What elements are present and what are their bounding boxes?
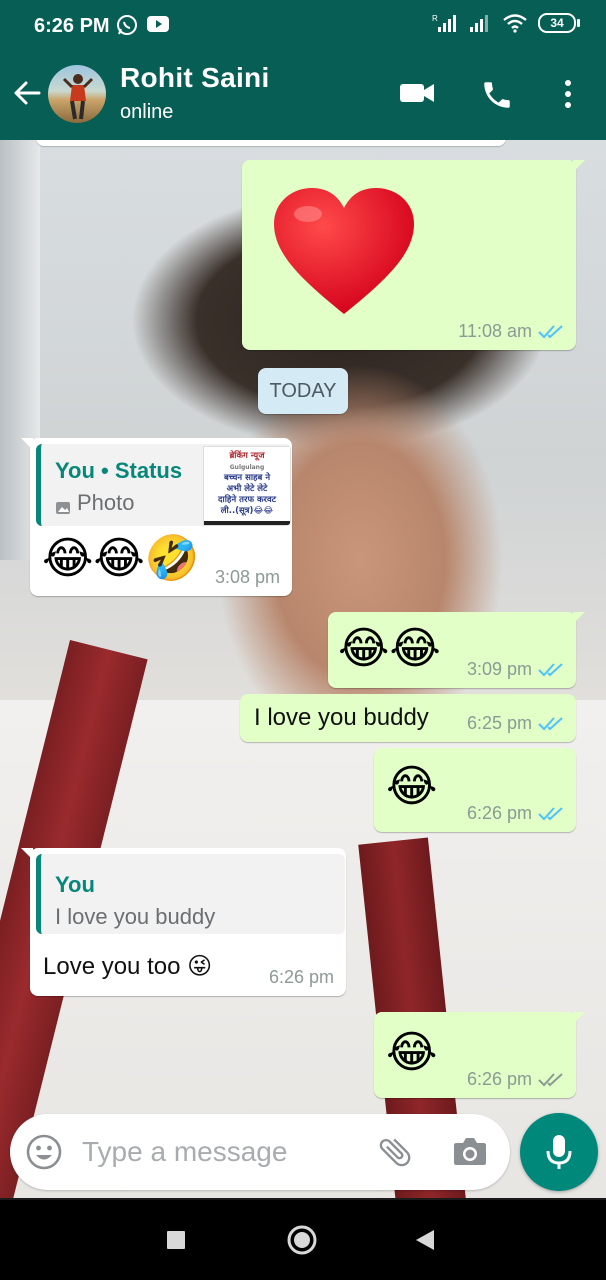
thumbnail-text: ब्रेकिंग न्यूज Gulgulang बच्चन साहब ने अ… (204, 451, 290, 517)
quote-preview: Photo (77, 490, 135, 515)
message-time: 6:26 pm (466, 803, 532, 823)
message-bubble-outgoing[interactable]: I love you buddy 6:25 pm (240, 694, 576, 742)
contact-avatar[interactable] (48, 65, 106, 123)
voice-call-icon[interactable] (480, 78, 514, 112)
read-double-tick-icon (538, 716, 563, 730)
back-arrow-icon[interactable] (12, 78, 42, 108)
battery-indicator: 34 (538, 13, 580, 33)
message-bubble-incoming[interactable]: You I love you buddy Love you too 😜 6:26… (21, 848, 346, 996)
chat-header: Rohit Saini online (0, 48, 606, 140)
message-bubble-outgoing[interactable]: 😂 6:26 pm (374, 748, 576, 832)
quoted-message[interactable]: You I love you buddy (36, 854, 345, 934)
emoji-icon[interactable] (26, 1134, 62, 1170)
message-meta: 3:08 pm (215, 567, 280, 588)
message-meta: 6:26 pm (467, 1069, 564, 1090)
camera-icon[interactable] (452, 1134, 488, 1168)
message-meta: 3:09 pm (467, 659, 564, 680)
read-double-tick-icon (538, 806, 563, 820)
signal-r-icon: R (432, 14, 456, 32)
person-figure-icon (62, 74, 94, 120)
message-time: 3:08 pm (214, 567, 280, 587)
message-content: 😂😂 (338, 624, 441, 673)
quote-sender: You • Status (55, 458, 183, 483)
red-heart-emoji (274, 188, 414, 314)
status-bar: 6:26 PM R 34 (0, 0, 606, 48)
signal-icon (470, 15, 488, 32)
message-time: 3:09 pm (466, 659, 532, 679)
system-navigation-bar (0, 1200, 606, 1280)
previous-bubble-edge (36, 140, 506, 146)
message-time: 6:26 pm (466, 1069, 532, 1089)
thumbnail-line: अभी लेटे लेटे (226, 484, 268, 494)
message-bubble-outgoing[interactable]: ❤️ 11:08 am (242, 160, 585, 350)
attach-icon[interactable] (376, 1132, 414, 1172)
thumbnail-line: बच्चन साहब ने (223, 473, 271, 483)
thumbnail-line: Gulgulang (229, 464, 265, 471)
contact-status: online (120, 101, 174, 123)
contact-name[interactable]: Rohit Saini (120, 62, 270, 94)
message-composer[interactable]: Type a message (10, 1114, 510, 1190)
wifi-icon (503, 14, 527, 33)
message-content: I love you buddy (254, 704, 429, 731)
thumbnail-line: दाहिने तरफ करवट (218, 495, 276, 505)
quote-preview: I love you buddy (55, 904, 216, 929)
thumbnail-line: ब्रेकिंग न्यूज (229, 451, 265, 461)
message-content: 😂😂🤣 (42, 534, 200, 583)
message-content: 😂 (386, 762, 438, 811)
status-thumbnail: ब्रेकिंग न्यूज Gulgulang बच्चन साहब ने अ… (203, 446, 291, 526)
message-meta: 11:08 am (458, 321, 564, 342)
message-time: 11:08 am (458, 321, 532, 341)
message-bubble-outgoing[interactable]: 😂 6:26 pm (374, 1012, 585, 1098)
status-time: 6:26 PM (34, 15, 110, 37)
youtube-notification-icon (147, 16, 169, 32)
delivered-double-tick-icon (538, 1072, 563, 1086)
read-double-tick-icon (538, 662, 563, 676)
message-content: 😂 (386, 1028, 438, 1077)
message-time: 6:26 pm (268, 967, 334, 987)
message-meta: 6:26 pm (467, 803, 564, 824)
status-indicators: R 34 (432, 13, 580, 33)
message-bubble-outgoing[interactable]: 😂😂 3:09 pm (328, 612, 585, 688)
message-meta: 6:26 pm (269, 967, 334, 988)
voice-record-button[interactable] (520, 1113, 598, 1191)
message-bubble-incoming[interactable]: You • Status Photo ब्रेकिंग न्यूज Gulgul… (21, 438, 292, 596)
home-icon[interactable] (286, 1224, 318, 1256)
photo-icon (56, 502, 70, 514)
microphone-icon (546, 1135, 572, 1169)
more-options-icon[interactable] (560, 78, 576, 110)
message-meta: 6:25 pm (467, 713, 564, 734)
read-double-tick-icon (538, 324, 563, 338)
whatsapp-notification-icon (117, 15, 137, 35)
recent-apps-icon[interactable] (166, 1230, 186, 1250)
quote-sender: You (55, 872, 95, 897)
date-divider: TODAY (258, 368, 348, 414)
thumbnail-line: ली..(सूत्र)😂😂 (220, 506, 274, 516)
message-content: Love you too 😜 (43, 953, 213, 980)
svg-text:R: R (432, 14, 438, 23)
message-time: 6:25 pm (466, 713, 532, 733)
back-nav-icon[interactable] (414, 1228, 436, 1252)
quoted-status[interactable]: You • Status Photo ब्रेकिंग न्यूज Gulgul… (36, 444, 291, 526)
video-call-icon[interactable] (398, 78, 436, 108)
message-input[interactable]: Type a message (82, 1136, 287, 1168)
